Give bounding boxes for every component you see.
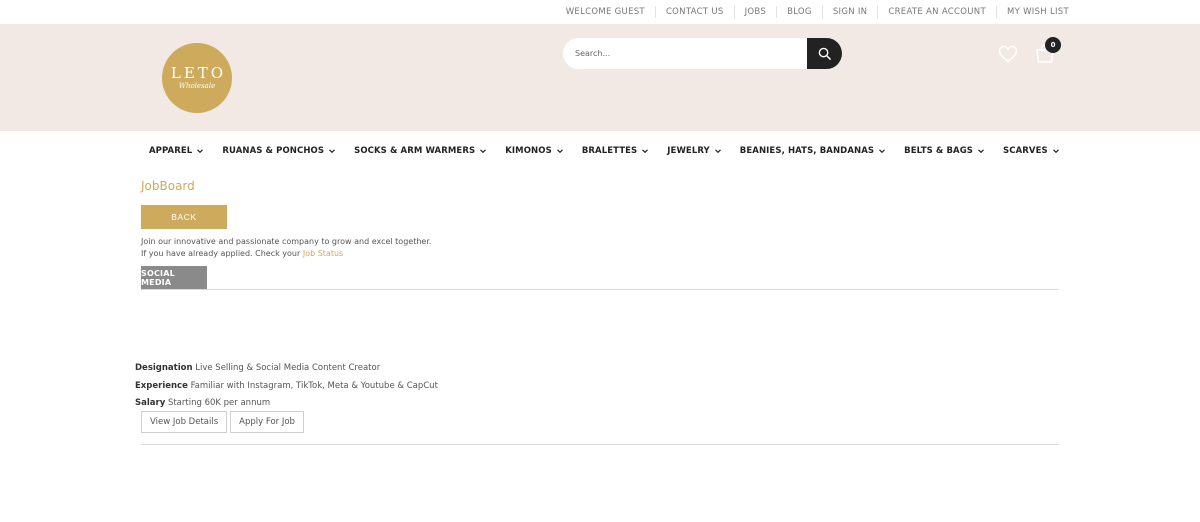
chevron-down-icon [197,149,204,154]
back-button[interactable]: BACK [141,205,227,229]
intro-line-2: If you have already applied. Check your … [141,248,431,260]
nav-item-label: KIMONOS [505,146,552,156]
sign-in-link[interactable]: SIGN IN [821,6,878,18]
nav-item-label: JEWELRY [667,146,710,156]
job-listing: Designation Live Selling & Social Media … [135,360,438,413]
nav-item-scarves[interactable]: SCARVES [1003,146,1060,156]
logo-subtext: Wholesale [178,82,216,90]
salary-label: Salary [135,398,166,408]
nav-item-socks-arm-warmers[interactable]: SOCKS & ARM WARMERS [354,146,487,156]
chevron-down-icon [1052,149,1059,154]
nav-item-label: APPAREL [149,146,193,156]
nav-item-beanies-hats-bandanas[interactable]: BEANIES, HATS, BANDANAS [740,146,886,156]
job-status-link[interactable]: Job Status [303,249,343,258]
nav-item-label: RUANAS & PONCHOS [222,146,325,156]
nav-item-label: SOCKS & ARM WARMERS [354,146,476,156]
nav-item-jewelry[interactable]: JEWELRY [667,146,722,156]
chevron-down-icon [879,149,886,154]
cart-count-badge: 0 [1045,37,1061,53]
search-button[interactable] [807,38,842,69]
divider [141,444,1059,445]
nav-item-label: BELTS & BAGS [904,146,974,156]
job-salary: Salary Starting 60K per annum [135,395,438,413]
top-utility-bar: WELCOME GUEST CONTACT US JOBS BLOG SIGN … [0,0,1200,24]
page-title: JobBoard [141,179,195,193]
nav-item-bralettes[interactable]: BRALETTES [582,146,649,156]
job-experience: Experience Familiar with Instagram, TikT… [135,378,438,396]
search-input[interactable] [575,45,795,62]
blog-link[interactable]: BLOG [776,6,822,18]
nav-item-apparel[interactable]: APPAREL [149,146,204,156]
nav-item-belts-bags[interactable]: BELTS & BAGS [904,146,985,156]
main-nav: APPAREL RUANAS & PONCHOS SOCKS & ARM WAR… [149,141,1078,161]
experience-label: Experience [135,380,188,391]
chevron-down-icon [329,149,336,154]
view-job-details-button[interactable]: View Job Details [141,411,228,433]
chevron-down-icon [480,149,487,154]
search-icon [818,47,831,60]
divider [141,289,1059,290]
intro-line-2-text: If you have already applied. Check your [141,249,303,258]
nav-item-label: BEANIES, HATS, BANDANAS [739,146,875,156]
create-account-link[interactable]: CREATE AN ACCOUNT [877,6,996,18]
logo[interactable]: LETO Wholesale [162,43,232,113]
nav-item-label: SCARVES [1003,146,1048,156]
top-links: WELCOME GUEST CONTACT US JOBS BLOG SIGN … [556,0,1069,24]
chevron-down-icon [556,149,563,154]
job-designation: Designation Live Selling & Social Media … [135,360,438,378]
contact-us-link[interactable]: CONTACT US [654,6,734,18]
designation-label: Designation [135,363,193,373]
designation-value: Live Selling & Social Media Content Crea… [195,363,381,373]
search-box [563,38,842,69]
welcome-guest: WELCOME GUEST [565,7,645,17]
logo-text: LETO [170,64,227,82]
heart-icon[interactable] [998,45,1018,63]
intro-line-1: Join our innovative and passionate compa… [141,237,432,246]
jobs-link[interactable]: JOBS [733,6,776,18]
chevron-down-icon [714,149,721,154]
chevron-down-icon [642,149,649,154]
tab-social-media[interactable]: SOCIAL MEDIA [141,266,207,289]
intro-text: Join our innovative and passionate compa… [141,236,431,260]
nav-item-ruanas-ponchos[interactable]: RUANAS & PONCHOS [222,146,336,156]
nav-item-kimonos[interactable]: KIMONOS [505,146,564,156]
salary-value: Starting 60K per annum [167,398,271,408]
nav-item-label: BRALETTES [581,146,638,156]
wish-list-link[interactable]: MY WISH LIST [995,6,1069,18]
job-actions: View Job Details Apply For Job [141,411,307,433]
apply-for-job-button[interactable]: Apply For Job [230,411,304,433]
chevron-down-icon [978,149,984,154]
experience-value: Familiar with Instagram, TikTok, Meta & … [190,380,438,391]
